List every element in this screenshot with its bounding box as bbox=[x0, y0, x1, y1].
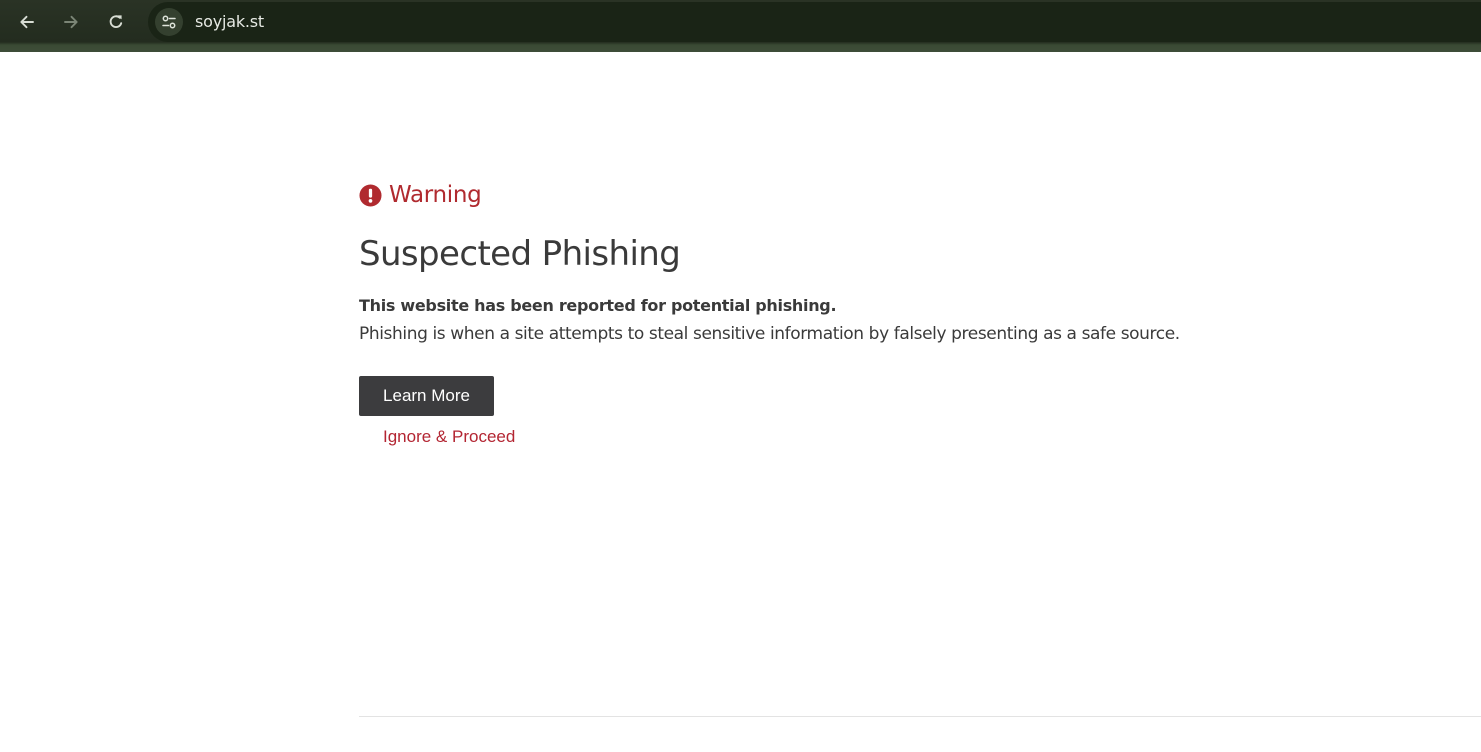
description-text: Phishing is when a site attempts to stea… bbox=[359, 324, 1180, 344]
phishing-warning-panel: Warning Suspected Phishing This website … bbox=[359, 180, 1359, 447]
warning-label: Warning bbox=[389, 182, 482, 208]
page-title: Suspected Phishing bbox=[359, 234, 681, 274]
reload-button[interactable] bbox=[101, 8, 131, 36]
arrow-left-icon bbox=[20, 15, 34, 29]
back-button[interactable] bbox=[12, 8, 42, 36]
forward-button[interactable] bbox=[56, 8, 86, 36]
site-info-button[interactable] bbox=[155, 8, 183, 36]
learn-more-button[interactable]: Learn More bbox=[359, 376, 494, 416]
ignore-proceed-link[interactable]: Ignore & Proceed bbox=[383, 427, 515, 447]
arrow-right-icon bbox=[64, 15, 78, 29]
warning-header: Warning bbox=[359, 180, 1359, 210]
address-bar[interactable]: soyjak.st bbox=[148, 2, 1481, 42]
divider bbox=[359, 716, 1481, 717]
description-strong: This website has been reported for poten… bbox=[359, 296, 837, 315]
reload-icon bbox=[109, 15, 123, 28]
exclamation-circle-icon bbox=[359, 183, 382, 207]
browser-toolbar: soyjak.st bbox=[0, 0, 1481, 52]
url-text[interactable]: soyjak.st bbox=[195, 12, 264, 31]
tune-icon bbox=[162, 15, 176, 29]
